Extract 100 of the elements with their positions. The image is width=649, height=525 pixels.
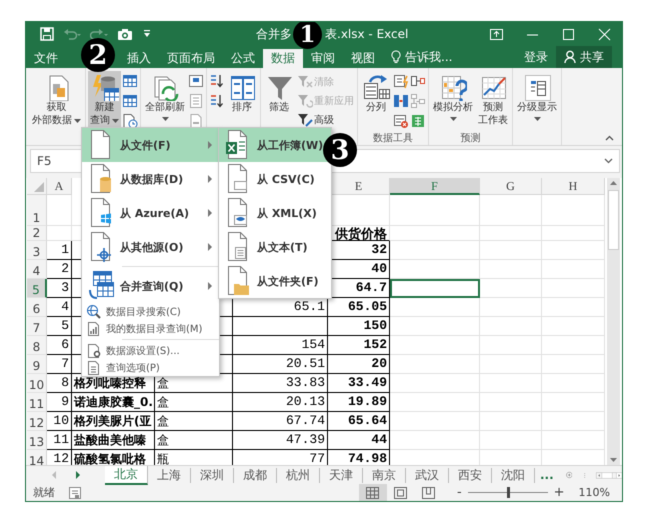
table-cell: 33.83 [233, 374, 328, 393]
menu-item[interactable]: 合并查询(Q) [82, 269, 219, 303]
sheet-tab[interactable]: 深圳 [191, 468, 234, 482]
table-cell: 5 [47, 317, 72, 336]
row-header[interactable]: 9 [27, 355, 47, 374]
ribbon-tab[interactable]: 插入 [119, 49, 159, 68]
more-sheets-button[interactable]: ... [540, 468, 554, 482]
forecast-sheet-button[interactable]: 预测 工作表 [476, 71, 510, 131]
text-to-columns-button[interactable]: 分列 [360, 71, 392, 131]
row-header[interactable]: 3 [27, 241, 47, 260]
table-cell [542, 355, 605, 374]
table-icon[interactable] [122, 73, 138, 89]
row-header[interactable]: 2 [27, 226, 47, 241]
menu-item[interactable]: 从 XML(X) [219, 196, 331, 230]
window-icon[interactable] [188, 73, 204, 89]
columns-icon[interactable] [393, 93, 409, 109]
column-header[interactable]: H [542, 178, 605, 195]
table-cell [480, 355, 542, 374]
sheet-tab[interactable]: 沈阳 [492, 468, 535, 482]
data-model-icon[interactable] [410, 113, 426, 129]
menu-item[interactable]: 查询选项(P) [82, 359, 219, 376]
menu-item[interactable]: 从工作簿(W) [219, 128, 331, 162]
sheet-tab[interactable]: 天津 [320, 468, 363, 482]
ribbon-tab[interactable]: 页面布局 [159, 49, 223, 68]
menu-item[interactable]: 从文件(F) [82, 128, 219, 162]
filter-option-button[interactable]: 高级 [296, 111, 355, 129]
table-cell [542, 226, 605, 241]
expand-caret-icon[interactable] [604, 158, 613, 164]
save-icon[interactable] [40, 27, 54, 41]
ribbon-tab[interactable]: 公式 [223, 49, 263, 68]
validation-icon[interactable] [393, 113, 409, 129]
sign-in-link[interactable]: 登录 [524, 48, 548, 66]
row-header[interactable]: 8 [27, 336, 47, 355]
name-box[interactable]: F5 [31, 154, 52, 168]
ribbon-tab[interactable]: 数据 [263, 49, 303, 68]
filter-button[interactable]: 筛选 [263, 71, 295, 131]
zoom-in-button[interactable]: + [554, 485, 565, 500]
menu-item[interactable]: 从 Azure(A) [82, 196, 219, 230]
menu-item[interactable]: 我的数据目录查询(M) [82, 320, 219, 337]
row-header[interactable]: 1 [27, 195, 47, 226]
ribbon-display-options-icon[interactable] [488, 26, 504, 42]
sheet-tab[interactable]: 南京 [363, 468, 406, 482]
macro-record-icon[interactable] [69, 486, 81, 498]
menu-item[interactable]: 从数据库(D) [82, 162, 219, 196]
outline-button[interactable]: 分级显示 [515, 71, 559, 131]
collapse-ribbon-icon[interactable] [605, 135, 614, 141]
row-header[interactable]: 13 [27, 431, 47, 450]
sheet-tab[interactable]: 西安 [449, 468, 492, 482]
close-icon[interactable] [596, 26, 612, 42]
page-break-icon[interactable] [422, 486, 436, 498]
table-cell: 33.49 [328, 374, 390, 393]
camera-icon[interactable] [117, 27, 133, 41]
redo-icon[interactable] [90, 27, 108, 41]
page-layout-icon[interactable] [394, 486, 408, 498]
ribbon-tab[interactable]: 文件 [26, 49, 66, 68]
sheet-tab[interactable]: 成都 [234, 468, 277, 482]
menu-item[interactable]: 从文本(T) [219, 230, 331, 264]
ribbon-tab[interactable]: 视图 [343, 49, 383, 68]
row-header[interactable]: 4 [27, 260, 47, 279]
row-header[interactable]: 5 [27, 279, 47, 298]
menu-item[interactable]: 从文件夹(F) [219, 264, 331, 298]
what-if-analysis-button[interactable]: 模拟分析 [431, 71, 475, 131]
table-cell [542, 393, 605, 412]
share-button[interactable]: 共享 [556, 46, 612, 68]
row-header[interactable]: 7 [27, 317, 47, 336]
ribbon-tab[interactable]: 审阅 [303, 49, 343, 68]
maximize-icon[interactable] [560, 26, 576, 42]
menu-item[interactable]: 从其他源(O) [82, 230, 219, 264]
menu-item[interactable]: 数据目录搜索(C) [82, 303, 219, 320]
tell-me-search[interactable]: 告诉我... [405, 48, 452, 66]
flash-fill-icon[interactable] [393, 73, 409, 89]
row-header[interactable]: 10 [27, 374, 47, 393]
zoom-level[interactable]: 110% [578, 486, 610, 499]
get-external-data-button[interactable]: 获取 外部数据 [30, 71, 83, 131]
table-cell [480, 279, 542, 298]
normal-view-icon[interactable] [366, 486, 380, 498]
column-header[interactable]: G [480, 178, 542, 195]
sheet-tab[interactable]: 上海 [148, 468, 191, 482]
zoom-out-button[interactable]: - [456, 485, 462, 500]
row-header[interactable]: 12 [27, 412, 47, 431]
table-cell: 盒 [155, 412, 233, 431]
consolidate-icon[interactable] [410, 73, 426, 89]
lightbulb-icon[interactable] [391, 50, 401, 64]
menu-item[interactable]: 数据源设置(S)... [82, 342, 219, 359]
table-icon[interactable] [122, 93, 138, 109]
sort-descending-icon[interactable] [209, 93, 225, 109]
table-cell [542, 317, 605, 336]
sheet-tab[interactable]: 北京 [105, 466, 148, 484]
document-clock-icon[interactable] [122, 113, 138, 129]
next-sheet-icon[interactable] [74, 471, 80, 479]
row-header[interactable]: 14 [27, 450, 47, 465]
column-header[interactable]: A [47, 178, 72, 195]
sheet-tab[interactable]: 武汉 [406, 468, 449, 482]
sheet-tab[interactable]: 杭州 [277, 468, 320, 482]
row-header[interactable]: 11 [27, 393, 47, 412]
column-header[interactable]: F [390, 178, 480, 195]
sort-ascending-icon[interactable] [209, 73, 225, 89]
zoom-slider-thumb[interactable] [506, 487, 510, 498]
row-header[interactable]: 6 [27, 298, 47, 317]
scrollbar-thumb[interactable] [608, 190, 619, 250]
